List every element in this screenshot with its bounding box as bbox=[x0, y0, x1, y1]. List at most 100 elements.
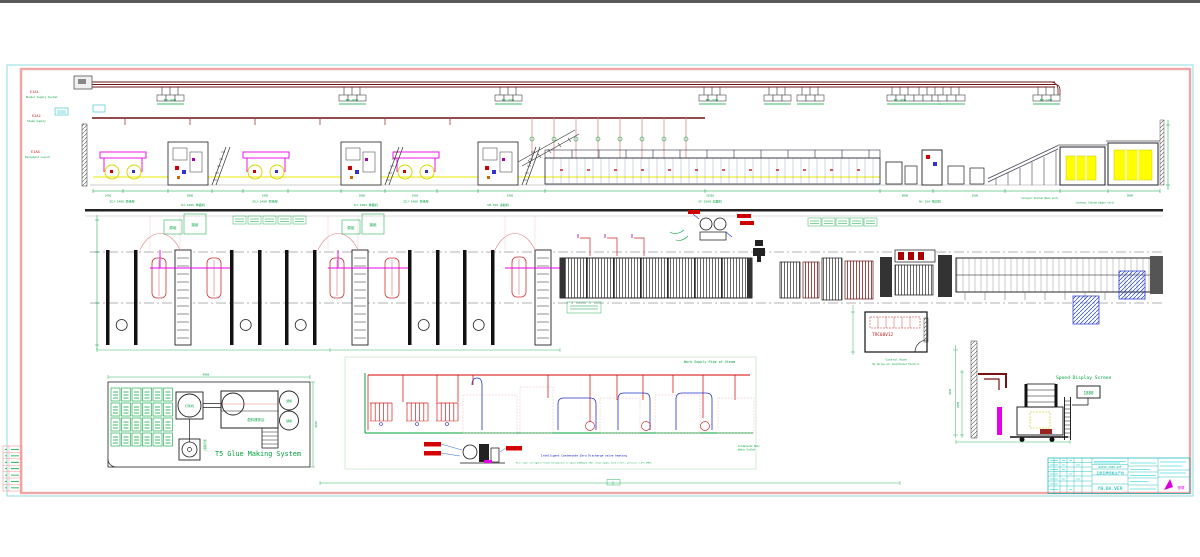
condensate-right-2: Water Outlet bbox=[738, 449, 756, 452]
double-facer-plan bbox=[560, 234, 752, 313]
batch-area-label: 配料搅拌区 bbox=[248, 417, 266, 422]
title-block: WJ250-2500-22F 五层瓦楞纸板生产线 YB.BA.VER 恒联 bbox=[1048, 458, 1190, 494]
starch-bag-grid bbox=[111, 388, 173, 446]
svg-text:9000: 9000 bbox=[1127, 194, 1134, 198]
svg-text:接纸: 接纸 bbox=[191, 222, 199, 227]
control-room: TRC08V12 Control Room By Series Air Cond… bbox=[851, 305, 928, 366]
svg-text:原纸: 原纸 bbox=[347, 225, 355, 230]
control-room-label: Control Room bbox=[886, 358, 907, 362]
elevation-dimensions: 2450 5800 2450 5800 2450 4200 33500 8000… bbox=[93, 120, 1170, 207]
pallet-blue-1 bbox=[1073, 296, 1099, 324]
company-logo-text: 恒联 bbox=[1177, 485, 1185, 490]
roll-stand-elev-2 bbox=[243, 152, 289, 179]
condensate-pumps bbox=[586, 422, 710, 431]
svg-text:ZGJ-1400 原纸架: ZGJ-1400 原纸架 bbox=[109, 199, 134, 204]
downstream-elev bbox=[886, 120, 1164, 185]
svg-text:33500: 33500 bbox=[706, 194, 714, 198]
steam-note-blue: Intelligent Condensate Zero Discharge va… bbox=[541, 454, 627, 458]
svg-text:Conveyor Stacker(Upper unit): Conveyor Stacker(Upper unit) bbox=[1076, 202, 1115, 205]
power-busbar: BMC-400A BMC-400A BMC-250A BMC-250A BMC-… bbox=[74, 76, 1060, 112]
view-caption-1: Busbar Supply System bbox=[26, 95, 58, 99]
plan-left-dim bbox=[95, 215, 99, 350]
svg-text:5500: 5500 bbox=[972, 194, 979, 198]
plan-bottom-dim bbox=[97, 348, 560, 352]
svg-text:2450: 2450 bbox=[105, 194, 112, 198]
bridge-conveyor bbox=[518, 130, 579, 166]
wall-column bbox=[82, 124, 87, 186]
svg-text:BMC-630A: BMC-630A bbox=[1040, 98, 1053, 102]
cad-canvas: E1A1 Busbar Supply System E1A2 Steam Sup… bbox=[0, 0, 1200, 557]
margin-view-labels: E1A1 Busbar Supply System E1A2 Steam Sup… bbox=[25, 90, 68, 159]
svg-text:BMC-400A: BMC-400A bbox=[894, 98, 907, 102]
machine-name-labels: ZGJ-1400 原纸架 DJ-320S 单面机 ZGJ-1400 原纸架 DJ… bbox=[109, 199, 940, 208]
glue-dim-height: 4500 bbox=[314, 421, 318, 428]
svg-text:5800: 5800 bbox=[359, 194, 366, 198]
speed-display-value: 1888 bbox=[1083, 391, 1094, 396]
speed-display-section: 3600 2600 Speed Display Screen 1888 bbox=[948, 341, 1112, 444]
view-code-3: E1A8 bbox=[31, 150, 40, 154]
mixer-label: 打浆机 bbox=[185, 403, 194, 408]
view-caption-2: Steam Supply bbox=[27, 119, 46, 123]
svg-text:NC-150 横切机: NC-150 横切机 bbox=[919, 199, 941, 204]
plan-view: 原纸 接纸 原纸 接纸 bbox=[85, 209, 1163, 366]
svg-text:2450: 2450 bbox=[262, 194, 269, 198]
lift-label: 上料提升机 bbox=[203, 439, 207, 452]
svg-text:接纸: 接纸 bbox=[369, 222, 377, 227]
svg-text:BMC-250A: BMC-250A bbox=[502, 98, 515, 102]
single-facer-1 bbox=[168, 142, 230, 185]
svg-text:BMC-250A: BMC-250A bbox=[706, 98, 719, 102]
finishing-machines-plan bbox=[780, 250, 1163, 324]
svg-text:4200: 4200 bbox=[507, 194, 514, 198]
svg-text:ZGJ-1400 原纸架: ZGJ-1400 原纸架 bbox=[252, 199, 277, 204]
svg-text:ZGJ-1400 原纸架: ZGJ-1400 原纸架 bbox=[403, 199, 428, 204]
svg-text:DJ-320S 单面机: DJ-320S 单面机 bbox=[181, 202, 204, 207]
roll-stand-elev-1 bbox=[100, 152, 146, 179]
svg-text:8000: 8000 bbox=[902, 194, 909, 198]
schematic-dim-line bbox=[320, 481, 900, 485]
inkjet-device bbox=[753, 240, 765, 262]
svg-text:BMC-400A: BMC-400A bbox=[346, 98, 359, 102]
view-code-2: E1A2 bbox=[32, 114, 41, 118]
control-room-sublabel: By Series Air Conditioner Electric bbox=[872, 363, 920, 366]
title-block-model: WJ250-2500-22F bbox=[1099, 465, 1122, 469]
stacker-load-2 bbox=[1114, 150, 1152, 180]
svg-text:原纸: 原纸 bbox=[169, 225, 177, 230]
stacker-captions: Conveyor Stacker(Down unit) Conveyor Sta… bbox=[1021, 197, 1114, 205]
title-block-name: 五层瓦楞纸板生产线 bbox=[1096, 470, 1124, 475]
glue-system-title: T5 Glue Making System bbox=[215, 450, 301, 458]
control-room-code: TRC08V12 bbox=[872, 332, 894, 338]
plan-tag-boxes: 原纸 接纸 原纸 接纸 bbox=[164, 214, 877, 234]
revision-strip bbox=[3, 446, 22, 491]
storage-tank-2-label: 储罐 bbox=[286, 419, 292, 423]
stairs bbox=[262, 428, 278, 448]
svg-text:DJ-320S 单面机: DJ-320S 单面机 bbox=[354, 202, 377, 207]
svg-text:SM-320 涂胶机: SM-320 涂胶机 bbox=[487, 202, 509, 207]
single-facer-2 bbox=[341, 142, 403, 185]
svg-text:SF-2500 双面机: SF-2500 双面机 bbox=[698, 199, 721, 204]
pallet-blue-2 bbox=[1119, 271, 1145, 299]
access-ladder bbox=[1065, 397, 1071, 440]
glue-making-system: 打浆机 配料搅拌区 储罐 储罐 上料提升机 T5 Glue Making Sys… bbox=[108, 373, 318, 468]
svg-text:BMC-400A: BMC-400A bbox=[164, 98, 177, 102]
speed-screen-title: Speed Display Screen bbox=[1056, 375, 1112, 381]
steam-piping-schematic: Work Supply Pipe of Steam bbox=[320, 357, 900, 485]
view-code-1: E1A1 bbox=[30, 90, 39, 94]
svg-text:Conveyor Stacker(Down unit): Conveyor Stacker(Down unit) bbox=[1021, 197, 1058, 200]
top-window-edge bbox=[0, 0, 1200, 3]
elevation-view: BMC-400A BMC-400A BMC-250A BMC-250A BMC-… bbox=[74, 76, 1170, 207]
view-caption-3: Equipment Layout bbox=[25, 155, 50, 159]
condensate-recovery-unit bbox=[424, 442, 522, 463]
svg-text:2450: 2450 bbox=[412, 194, 419, 198]
svg-text:5800: 5800 bbox=[187, 194, 194, 198]
storage-tank-1-label: 储罐 bbox=[286, 399, 292, 403]
speed-dim-1: 3600 bbox=[948, 388, 952, 395]
company-logo-mark bbox=[1164, 479, 1173, 490]
title-block-code: YB.BA.VER bbox=[1098, 486, 1123, 492]
speed-dim-2: 2600 bbox=[956, 401, 960, 408]
stacker-load-1 bbox=[1066, 156, 1096, 180]
steam-trap-cluster bbox=[670, 210, 754, 241]
steam-schematic-title: Work Supply Pipe of Steam bbox=[684, 360, 735, 364]
cad-sheet: E1A1 Busbar Supply System E1A2 Steam Sup… bbox=[0, 0, 1200, 557]
plan-wall bbox=[85, 209, 1163, 212]
machine-cross-section bbox=[997, 384, 1068, 442]
